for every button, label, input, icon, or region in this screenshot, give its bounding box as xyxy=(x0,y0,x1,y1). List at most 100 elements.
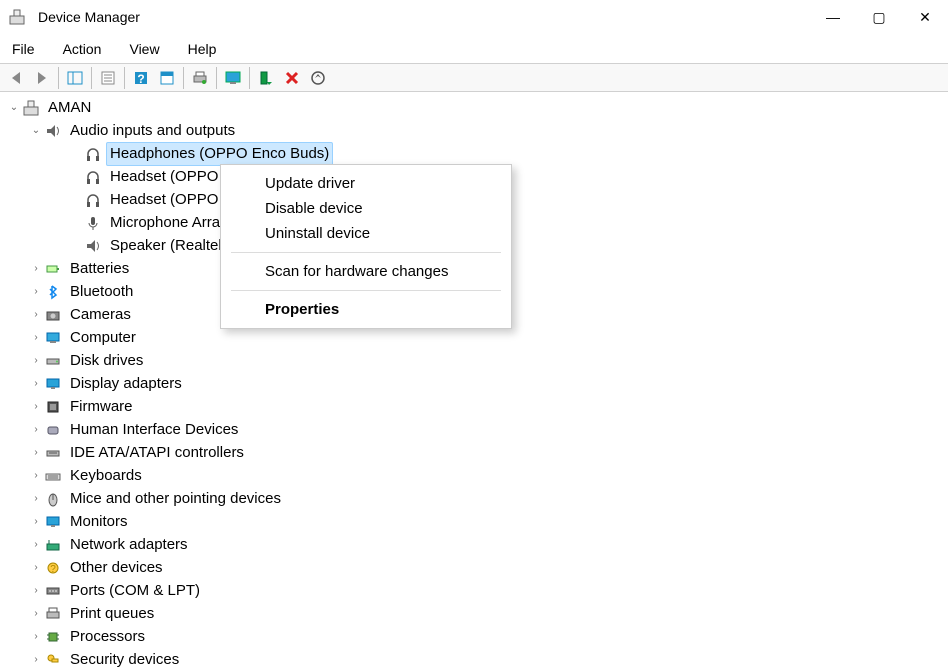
mic-icon xyxy=(84,214,102,232)
category-audio[interactable]: ⌄ Audio inputs and outputs xyxy=(4,119,948,142)
toolbar-separator xyxy=(216,67,217,89)
ctx-scan-hardware[interactable]: Scan for hardware changes xyxy=(221,259,511,284)
hid-icon xyxy=(44,421,62,439)
category-label: Processors xyxy=(66,626,149,648)
pc-icon xyxy=(44,329,62,347)
category-ports-com-lpt-[interactable]: ›Ports (COM & LPT) xyxy=(4,579,948,602)
collapse-icon[interactable]: ⌄ xyxy=(28,120,44,142)
category-label: Bluetooth xyxy=(66,281,137,303)
category-processors[interactable]: › Processors xyxy=(4,625,948,648)
tree-root[interactable]: ⌄ AMAN xyxy=(4,96,948,119)
category-keyboards[interactable]: › Keyboards xyxy=(4,464,948,487)
nav-back-icon[interactable] xyxy=(4,66,28,90)
expand-icon[interactable]: › xyxy=(28,580,44,602)
window-controls: — ▢ ✕ xyxy=(810,0,948,34)
category-network-adapters[interactable]: ›Network adapters xyxy=(4,533,948,556)
context-separator xyxy=(231,290,501,291)
firmware-icon xyxy=(44,398,62,416)
enable-device-icon[interactable] xyxy=(254,66,278,90)
headphone-icon xyxy=(84,191,102,209)
ide-icon xyxy=(44,444,62,462)
update-driver-toolbar-icon[interactable] xyxy=(221,66,245,90)
print-icon[interactable] xyxy=(188,66,212,90)
ports-icon xyxy=(44,582,62,600)
category-security-devices[interactable]: ›Security devices xyxy=(4,648,948,670)
category-firmware[interactable]: › Firmware xyxy=(4,395,948,418)
category-mice-and-other-pointing-devices[interactable]: ›Mice and other pointing devices xyxy=(4,487,948,510)
scan-hardware-icon[interactable] xyxy=(306,66,330,90)
expand-icon[interactable]: › xyxy=(28,350,44,372)
device-headphones[interactable]: Headphones (OPPO Enco Buds) xyxy=(4,142,948,165)
collapse-icon[interactable]: ⌄ xyxy=(6,97,22,119)
toolbar-separator xyxy=(124,67,125,89)
toolbar: ? xyxy=(0,64,948,92)
category-ide-ata-atapi-controllers[interactable]: › IDE ATA/ATAPI controllers xyxy=(4,441,948,464)
expand-icon[interactable]: › xyxy=(28,649,44,670)
category-other-devices[interactable]: ›?Other devices xyxy=(4,556,948,579)
category-label: IDE ATA/ATAPI controllers xyxy=(66,442,248,464)
category-display-adapters[interactable]: › Display adapters xyxy=(4,372,948,395)
category-label: Display adapters xyxy=(66,373,186,395)
category-label: Keyboards xyxy=(66,465,146,487)
category-computer[interactable]: › Computer xyxy=(4,326,948,349)
category-print-queues[interactable]: › Print queues xyxy=(4,602,948,625)
ctx-uninstall-device[interactable]: Uninstall device xyxy=(221,221,511,246)
maximize-button[interactable]: ▢ xyxy=(856,0,902,34)
computer-icon xyxy=(22,99,40,117)
expand-icon[interactable]: › xyxy=(28,419,44,441)
menu-view[interactable]: View xyxy=(125,37,163,61)
expand-icon[interactable]: › xyxy=(28,327,44,349)
display-icon xyxy=(44,375,62,393)
expand-icon[interactable]: › xyxy=(28,603,44,625)
toolbar-separator xyxy=(249,67,250,89)
ctx-update-driver[interactable]: Update driver xyxy=(221,171,511,196)
nav-forward-icon[interactable] xyxy=(30,66,54,90)
app-icon xyxy=(8,8,26,26)
category-monitors[interactable]: ›Monitors xyxy=(4,510,948,533)
battery-icon xyxy=(44,260,62,278)
ctx-properties[interactable]: Properties xyxy=(221,297,511,322)
monitor-icon xyxy=(44,513,62,531)
context-menu: Update driver Disable device Uninstall d… xyxy=(220,164,512,329)
close-button[interactable]: ✕ xyxy=(902,0,948,34)
expand-icon[interactable]: › xyxy=(28,304,44,326)
action-log-icon[interactable] xyxy=(155,66,179,90)
category-label: Firmware xyxy=(66,396,137,418)
expand-icon[interactable]: › xyxy=(28,534,44,556)
category-label: Other devices xyxy=(66,557,167,579)
toolbar-separator xyxy=(58,67,59,89)
expand-icon[interactable]: › xyxy=(28,281,44,303)
category-human-interface-devices[interactable]: ›Human Interface Devices xyxy=(4,418,948,441)
camera-icon xyxy=(44,306,62,324)
expand-icon[interactable]: › xyxy=(28,488,44,510)
disable-device-icon[interactable] xyxy=(280,66,304,90)
menu-file[interactable]: File xyxy=(8,37,39,61)
category-label: Print queues xyxy=(66,603,158,625)
security-icon xyxy=(44,651,62,669)
minimize-button[interactable]: — xyxy=(810,0,856,34)
titlebar: Device Manager — ▢ ✕ xyxy=(0,0,948,34)
expand-icon[interactable]: › xyxy=(28,557,44,579)
expand-icon[interactable]: › xyxy=(28,465,44,487)
menu-help[interactable]: Help xyxy=(184,37,221,61)
category-label: Batteries xyxy=(66,258,133,280)
category-disk-drives[interactable]: ›Disk drives xyxy=(4,349,948,372)
expand-icon[interactable]: › xyxy=(28,511,44,533)
properties-icon[interactable] xyxy=(96,66,120,90)
show-hide-tree-icon[interactable] xyxy=(63,66,87,90)
network-icon xyxy=(44,536,62,554)
svg-text:?: ? xyxy=(137,72,144,86)
expand-icon[interactable]: › xyxy=(28,626,44,648)
ctx-disable-device[interactable]: Disable device xyxy=(221,196,511,221)
expand-icon[interactable]: › xyxy=(28,373,44,395)
category-label: Audio inputs and outputs xyxy=(66,120,239,142)
expand-icon[interactable]: › xyxy=(28,396,44,418)
expand-icon[interactable]: › xyxy=(28,258,44,280)
context-separator xyxy=(231,252,501,253)
category-label: Computer xyxy=(66,327,140,349)
help-icon[interactable]: ? xyxy=(129,66,153,90)
keyboard-icon xyxy=(44,467,62,485)
speaker-icon xyxy=(44,122,62,140)
menu-action[interactable]: Action xyxy=(59,37,106,61)
expand-icon[interactable]: › xyxy=(28,442,44,464)
